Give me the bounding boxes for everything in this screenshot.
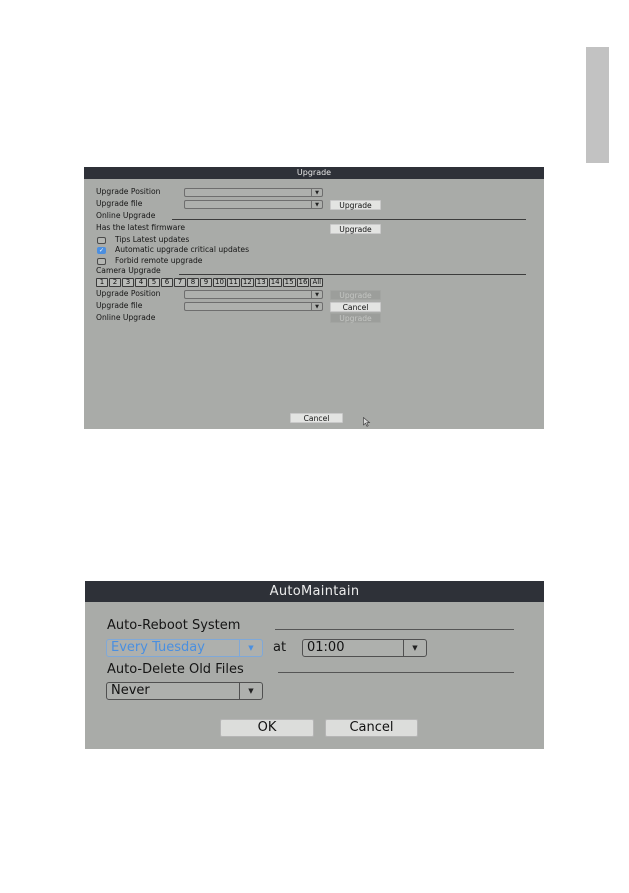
reboot-time-select[interactable]: 01:00 ▼ <box>302 639 427 657</box>
tips-latest-updates-checkbox[interactable] <box>97 237 106 244</box>
channel-button-2[interactable]: 2 <box>109 278 121 287</box>
page-side-tab <box>586 47 609 163</box>
section-divider <box>278 672 514 673</box>
camera-upgrade-file-label: Upgrade file <box>96 301 143 310</box>
auto-delete-select[interactable]: Never ▼ <box>106 682 263 700</box>
channel-button-10[interactable]: 10 <box>213 278 226 287</box>
chevron-down-icon[interactable]: ▼ <box>239 640 262 656</box>
forbid-remote-upgrade-checkbox[interactable] <box>97 258 106 265</box>
auto-delete-value: Never <box>111 683 150 698</box>
camera-online-upgrade-button[interactable]: Upgrade <box>330 313 381 323</box>
forbid-remote-upgrade-label: Forbid remote upgrade <box>115 256 203 265</box>
check-icon: ✓ <box>98 247 105 254</box>
channel-button-16[interactable]: 16 <box>296 278 310 287</box>
upgrade-position-select[interactable]: ▼ <box>184 188 323 197</box>
reboot-day-value: Every Tuesday <box>111 640 205 655</box>
chevron-down-icon[interactable]: ▼ <box>311 303 322 310</box>
mouse-cursor-icon <box>363 417 371 427</box>
cancel-button[interactable]: Cancel <box>290 413 343 423</box>
auto-upgrade-critical-label: Automatic upgrade critical updates <box>115 245 250 254</box>
automaintain-dialog-title: AutoMaintain <box>85 581 544 602</box>
camera-cancel-button[interactable]: Cancel <box>330 302 381 312</box>
camera-upgrade-position-select[interactable]: ▼ <box>184 290 323 299</box>
channel-button-9[interactable]: 9 <box>200 278 212 287</box>
channel-button-15[interactable]: 15 <box>282 278 296 287</box>
auto-delete-section-title: Auto-Delete Old Files <box>107 662 244 677</box>
cancel-button[interactable]: Cancel <box>325 719 418 737</box>
reboot-day-select[interactable]: Every Tuesday ▼ <box>106 639 263 657</box>
chevron-down-icon[interactable]: ▼ <box>311 189 322 196</box>
chevron-down-icon[interactable]: ▼ <box>311 201 322 208</box>
channel-button-7[interactable]: 7 <box>174 278 186 287</box>
channel-button-8[interactable]: 8 <box>187 278 199 287</box>
chevron-down-icon[interactable]: ▼ <box>239 683 262 699</box>
channel-button-6[interactable]: 6 <box>161 278 173 287</box>
section-divider <box>179 274 526 275</box>
channel-button-14[interactable]: 14 <box>268 278 282 287</box>
section-divider <box>275 629 514 630</box>
at-label: at <box>273 640 287 655</box>
camera-upgrade-position-button[interactable]: Upgrade <box>330 290 381 300</box>
upgrade-button[interactable]: Upgrade <box>330 200 381 210</box>
auto-reboot-section-title: Auto-Reboot System <box>107 618 241 633</box>
camera-upgrade-position-label: Upgrade Position <box>96 289 161 298</box>
ok-button[interactable]: OK <box>220 719 314 737</box>
chevron-down-icon[interactable]: ▼ <box>311 291 322 298</box>
firmware-status-text: Has the latest firmware <box>96 223 186 232</box>
channel-selector: 1 2 3 4 5 6 7 8 9 10 11 12 13 14 15 16 A… <box>96 278 324 287</box>
upgrade-position-label: Upgrade Position <box>96 187 161 196</box>
channel-button-5[interactable]: 5 <box>148 278 160 287</box>
channel-button-1[interactable]: 1 <box>96 278 108 287</box>
camera-online-upgrade-label: Online Upgrade <box>96 313 156 322</box>
tips-latest-updates-label: Tips Latest updates <box>115 235 190 244</box>
online-upgrade-button[interactable]: Upgrade <box>330 224 381 234</box>
upgrade-file-select[interactable]: ▼ <box>184 200 323 209</box>
auto-upgrade-critical-checkbox[interactable]: ✓ <box>97 247 106 254</box>
channel-button-4[interactable]: 4 <box>135 278 147 287</box>
section-divider <box>172 219 526 220</box>
channel-button-12[interactable]: 12 <box>240 278 254 287</box>
upgrade-dialog: Upgrade Upgrade Position ▼ Upgrade file … <box>84 167 544 429</box>
camera-upgrade-section-title: Camera Upgrade <box>96 266 161 275</box>
channel-button-all[interactable]: All <box>310 278 324 287</box>
automaintain-dialog: AutoMaintain Auto-Reboot System Every Tu… <box>85 581 544 749</box>
upgrade-file-label: Upgrade file <box>96 199 143 208</box>
reboot-time-value: 01:00 <box>307 640 345 655</box>
upgrade-dialog-title: Upgrade <box>84 167 544 179</box>
online-upgrade-section-title: Online Upgrade <box>96 211 156 220</box>
channel-button-11[interactable]: 11 <box>226 278 240 287</box>
channel-button-3[interactable]: 3 <box>122 278 134 287</box>
camera-upgrade-file-select[interactable]: ▼ <box>184 302 323 311</box>
channel-button-13[interactable]: 13 <box>254 278 268 287</box>
chevron-down-icon[interactable]: ▼ <box>403 640 426 656</box>
